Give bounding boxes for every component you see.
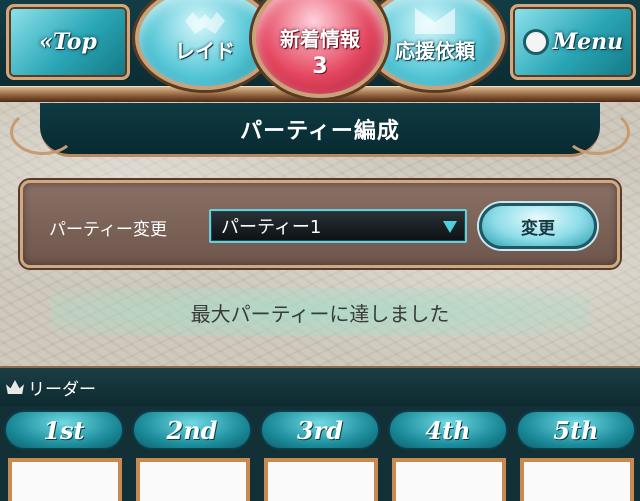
party-change-label: パーティー変更: [49, 220, 167, 240]
top-label: Top: [52, 29, 97, 55]
menu-button[interactable]: Menu: [510, 4, 636, 80]
max-party-notice: 最大パーティーに達しました: [50, 288, 590, 336]
slot-card-empty[interactable]: [136, 458, 250, 501]
crown-icon: [6, 380, 24, 394]
party-select-value: パーティー1: [221, 217, 322, 238]
news-count-badge: 3: [312, 54, 328, 79]
news-label: 新着情報: [280, 27, 360, 51]
slot-card-empty[interactable]: [264, 458, 378, 501]
slot-card-empty[interactable]: [520, 458, 634, 501]
leader-header: リーダー: [0, 366, 640, 406]
gear-icon: [522, 29, 549, 55]
member-slots: 1st 2nd 3rd 4th 5th: [0, 406, 640, 501]
mail-icon: [415, 8, 455, 34]
max-party-notice-text: 最大パーティーに達しました: [190, 301, 450, 326]
back-arrow-icon: «: [39, 29, 53, 55]
leader-label: リーダー: [28, 379, 96, 400]
slot-tab: 1st: [4, 410, 124, 450]
top-button[interactable]: « Top: [6, 4, 130, 80]
change-button-label: 変更: [521, 218, 555, 239]
page-title: パーティー編成: [240, 118, 400, 144]
top-navigation: « Top レイド 応援依頼 新着情報 3 Menu: [0, 0, 640, 102]
slot-1st[interactable]: 1st: [2, 406, 126, 501]
slot-card-empty[interactable]: [8, 458, 122, 501]
party-select[interactable]: パーティー1: [209, 209, 467, 243]
slot-2nd[interactable]: 2nd: [130, 406, 254, 501]
news-button[interactable]: 新着情報 3: [252, 0, 388, 98]
support-request-label: 応援依頼: [395, 38, 475, 63]
slot-card-empty[interactable]: [392, 458, 506, 501]
page-title-bar: パーティー編成: [10, 103, 630, 157]
party-change-panel: パーティー変更 パーティー1 変更: [20, 180, 620, 268]
bat-icon: [185, 12, 225, 34]
slot-tab: 2nd: [132, 410, 252, 450]
slot-tab: 4th: [388, 410, 508, 450]
slot-3rd[interactable]: 3rd: [258, 406, 382, 501]
menu-label: Menu: [552, 29, 624, 55]
slot-5th[interactable]: 5th: [514, 406, 638, 501]
slot-tab: 3rd: [260, 410, 380, 450]
change-button[interactable]: 変更: [479, 203, 597, 249]
raid-label: レイド: [175, 38, 235, 63]
chevron-down-icon: [443, 221, 457, 233]
slot-tab: 5th: [516, 410, 636, 450]
slot-4th[interactable]: 4th: [386, 406, 510, 501]
